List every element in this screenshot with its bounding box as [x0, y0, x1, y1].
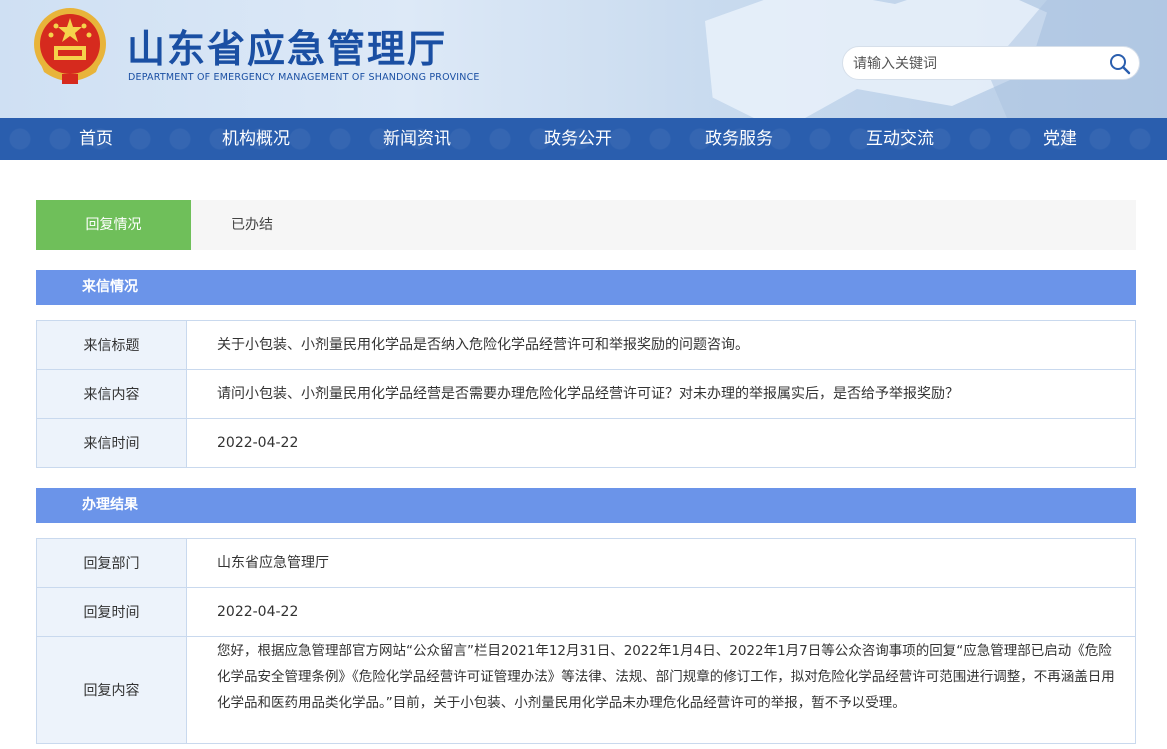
letter-title-value: 关于小包装、小剂量民用化学品是否纳入危险化学品经营许可和举报奖励的问题咨询。 — [217, 337, 749, 353]
reply-status-value: 已办结 — [231, 217, 273, 233]
letter-info-table: 来信标题 关于小包装、小剂量民用化学品是否纳入危险化学品经营许可和举报奖励的问题… — [36, 320, 1136, 468]
reply-content-value: 您好，根据应急管理部官方网站“公众留言”栏目2021年12月31日、2022年1… — [217, 643, 1115, 711]
search-input[interactable] — [853, 53, 1093, 75]
letter-time-value: 2022-04-22 — [217, 435, 299, 451]
reply-department-key: 回复部门 — [37, 539, 187, 587]
reply-time-value: 2022-04-22 — [217, 604, 299, 620]
nav-item-party[interactable]: 党建 — [980, 118, 1140, 160]
table-row: 回复部门 山东省应急管理厅 — [37, 539, 1135, 588]
letter-time-key: 来信时间 — [37, 419, 187, 467]
table-row: 回复内容 您好，根据应急管理部官方网站“公众留言”栏目2021年12月31日、2… — [37, 637, 1135, 743]
search-icon[interactable] — [1109, 53, 1131, 75]
national-emblem-icon[interactable] — [32, 6, 108, 86]
result-section-title: 办理结果 — [82, 497, 138, 513]
letter-title-key: 来信标题 — [37, 321, 187, 369]
letter-section-title: 来信情况 — [82, 279, 138, 295]
result-section-header: 办理结果 — [36, 488, 1136, 523]
letter-content-value: 请问小包装、小剂量民用化学品经营是否需要办理危险化学品经营许可证？对未办理的举报… — [217, 386, 959, 402]
site-header: 山东省应急管理厅 DEPARTMENT OF EMERGENCY MANAGEM… — [0, 0, 1167, 118]
table-row: 回复时间 2022-04-22 — [37, 588, 1135, 637]
table-row: 来信时间 2022-04-22 — [37, 419, 1135, 467]
reply-status-row: 回复情况 已办结 — [36, 200, 1136, 250]
table-row: 来信标题 关于小包装、小剂量民用化学品是否纳入危险化学品经营许可和举报奖励的问题… — [37, 321, 1135, 370]
reply-content-key: 回复内容 — [37, 637, 187, 743]
result-info-table: 回复部门 山东省应急管理厅 回复时间 2022-04-22 回复内容 您好，根据… — [36, 538, 1136, 744]
main-nav: 首页 机构概况 新闻资讯 政务公开 政务服务 互动交流 党建 — [0, 118, 1167, 160]
reply-department-value: 山东省应急管理厅 — [217, 555, 329, 571]
letter-section-header: 来信情况 — [36, 270, 1136, 305]
nav-item-news[interactable]: 新闻资讯 — [337, 118, 497, 160]
site-subtitle: DEPARTMENT OF EMERGENCY MANAGEMENT OF SH… — [128, 72, 480, 83]
site-title[interactable]: 山东省应急管理厅 — [127, 18, 447, 73]
nav-item-home[interactable]: 首页 — [16, 118, 176, 160]
search-box — [842, 46, 1140, 80]
letter-content-key: 来信内容 — [37, 370, 187, 418]
reply-status-label: 回复情况 — [36, 200, 191, 250]
table-row: 来信内容 请问小包装、小剂量民用化学品经营是否需要办理危险化学品经营许可证？对未… — [37, 370, 1135, 419]
reply-time-key: 回复时间 — [37, 588, 187, 636]
nav-item-interaction[interactable]: 互动交流 — [820, 118, 980, 160]
nav-item-public-affairs[interactable]: 政务公开 — [498, 118, 658, 160]
nav-item-about[interactable]: 机构概况 — [176, 118, 336, 160]
nav-item-services[interactable]: 政务服务 — [659, 118, 819, 160]
